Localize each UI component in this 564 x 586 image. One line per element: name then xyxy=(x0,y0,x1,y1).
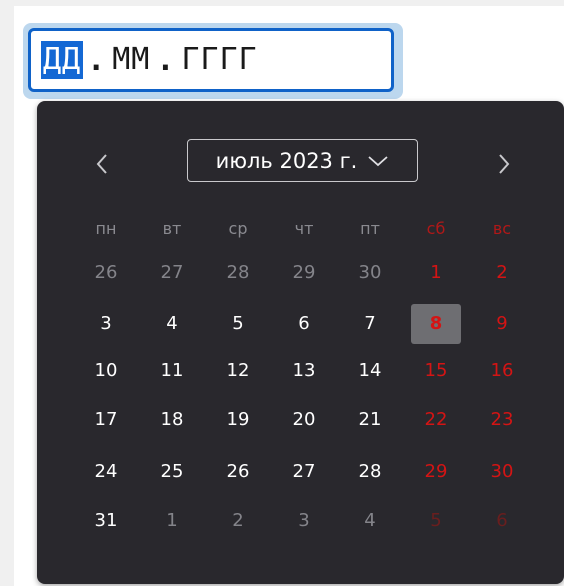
calendar-day[interactable]: 27 xyxy=(147,253,197,293)
calendar-day[interactable]: 25 xyxy=(147,452,197,492)
page: ДД . ММ . ГГГГ июль 2023 г. пн вт ср чт пт сб… xyxy=(0,0,564,586)
calendar-day[interactable]: 17 xyxy=(81,400,131,440)
calendar-day[interactable]: 30 xyxy=(345,253,395,293)
weekday-label: вт xyxy=(162,219,182,238)
calendar-day[interactable]: 6 xyxy=(477,501,527,541)
chevron-right-icon xyxy=(499,154,510,174)
calendar-day[interactable]: 2 xyxy=(213,501,263,541)
calendar-day[interactable]: 7 xyxy=(345,304,395,344)
calendar-day[interactable]: 18 xyxy=(147,400,197,440)
month-segment[interactable]: ММ xyxy=(110,41,152,79)
weekday-label: пн xyxy=(95,219,117,238)
date-input[interactable]: ДД . ММ . ГГГГ xyxy=(28,28,394,92)
calendar-day[interactable]: 23 xyxy=(477,400,527,440)
date-separator: . xyxy=(87,42,107,78)
calendar-day[interactable]: 16 xyxy=(477,351,527,391)
calendar-day[interactable]: 14 xyxy=(345,351,395,391)
calendar-day[interactable]: 9 xyxy=(477,304,527,344)
calendar-day[interactable]: 26 xyxy=(81,253,131,293)
calendar-day[interactable]: 29 xyxy=(279,253,329,293)
calendar-day[interactable]: 28 xyxy=(213,253,263,293)
calendar-day[interactable]: 28 xyxy=(345,452,395,492)
chevron-down-icon xyxy=(368,155,388,166)
date-separator: . xyxy=(156,42,176,78)
month-year-select[interactable]: июль 2023 г. xyxy=(187,139,418,182)
calendar-day[interactable]: 30 xyxy=(477,452,527,492)
calendar-day[interactable]: 31 xyxy=(81,501,131,541)
calendar-day[interactable]: 26 xyxy=(213,452,263,492)
calendar-day[interactable]: 15 xyxy=(411,351,461,391)
weekday-label: пт xyxy=(360,219,380,238)
calendar-day[interactable]: 12 xyxy=(213,351,263,391)
calendar-day[interactable]: 5 xyxy=(411,501,461,541)
weekday-label: сб xyxy=(426,219,446,238)
calendar-day[interactable]: 10 xyxy=(81,351,131,391)
chevron-left-icon xyxy=(96,154,107,174)
calendar-day[interactable]: 3 xyxy=(81,304,131,344)
calendar-day[interactable]: 4 xyxy=(147,304,197,344)
calendar-day[interactable]: 22 xyxy=(411,400,461,440)
next-month-button[interactable] xyxy=(489,149,519,179)
calendar-day[interactable]: 5 xyxy=(213,304,263,344)
calendar-day[interactable]: 27 xyxy=(279,452,329,492)
day-segment[interactable]: ДД xyxy=(41,41,84,79)
calendar-popup: июль 2023 г. пн вт ср чт пт сб вс 26 27 28 29 30 1 2… xyxy=(37,101,564,584)
prev-month-button[interactable] xyxy=(87,149,117,179)
calendar-day[interactable]: 20 xyxy=(279,400,329,440)
calendar-day[interactable]: 1 xyxy=(147,501,197,541)
year-segment[interactable]: ГГГГ xyxy=(179,41,259,79)
weekday-label: вс xyxy=(492,219,512,238)
calendar-day[interactable]: 1 xyxy=(411,253,461,293)
calendar-day[interactable]: 24 xyxy=(81,452,131,492)
calendar-day[interactable]: 6 xyxy=(279,304,329,344)
calendar-day[interactable]: 21 xyxy=(345,400,395,440)
calendar-day[interactable]: 2 xyxy=(477,253,527,293)
calendar-day[interactable]: 29 xyxy=(411,452,461,492)
calendar-day[interactable]: 4 xyxy=(345,501,395,541)
month-year-label: июль 2023 г. xyxy=(215,148,358,173)
weekday-label: чт xyxy=(294,219,314,238)
calendar-day[interactable]: 3 xyxy=(279,501,329,541)
calendar-day[interactable]: 8 xyxy=(411,304,461,344)
calendar-day[interactable]: 13 xyxy=(279,351,329,391)
calendar-day[interactable]: 19 xyxy=(213,400,263,440)
calendar-day[interactable]: 11 xyxy=(147,351,197,391)
weekday-label: ср xyxy=(228,219,248,238)
